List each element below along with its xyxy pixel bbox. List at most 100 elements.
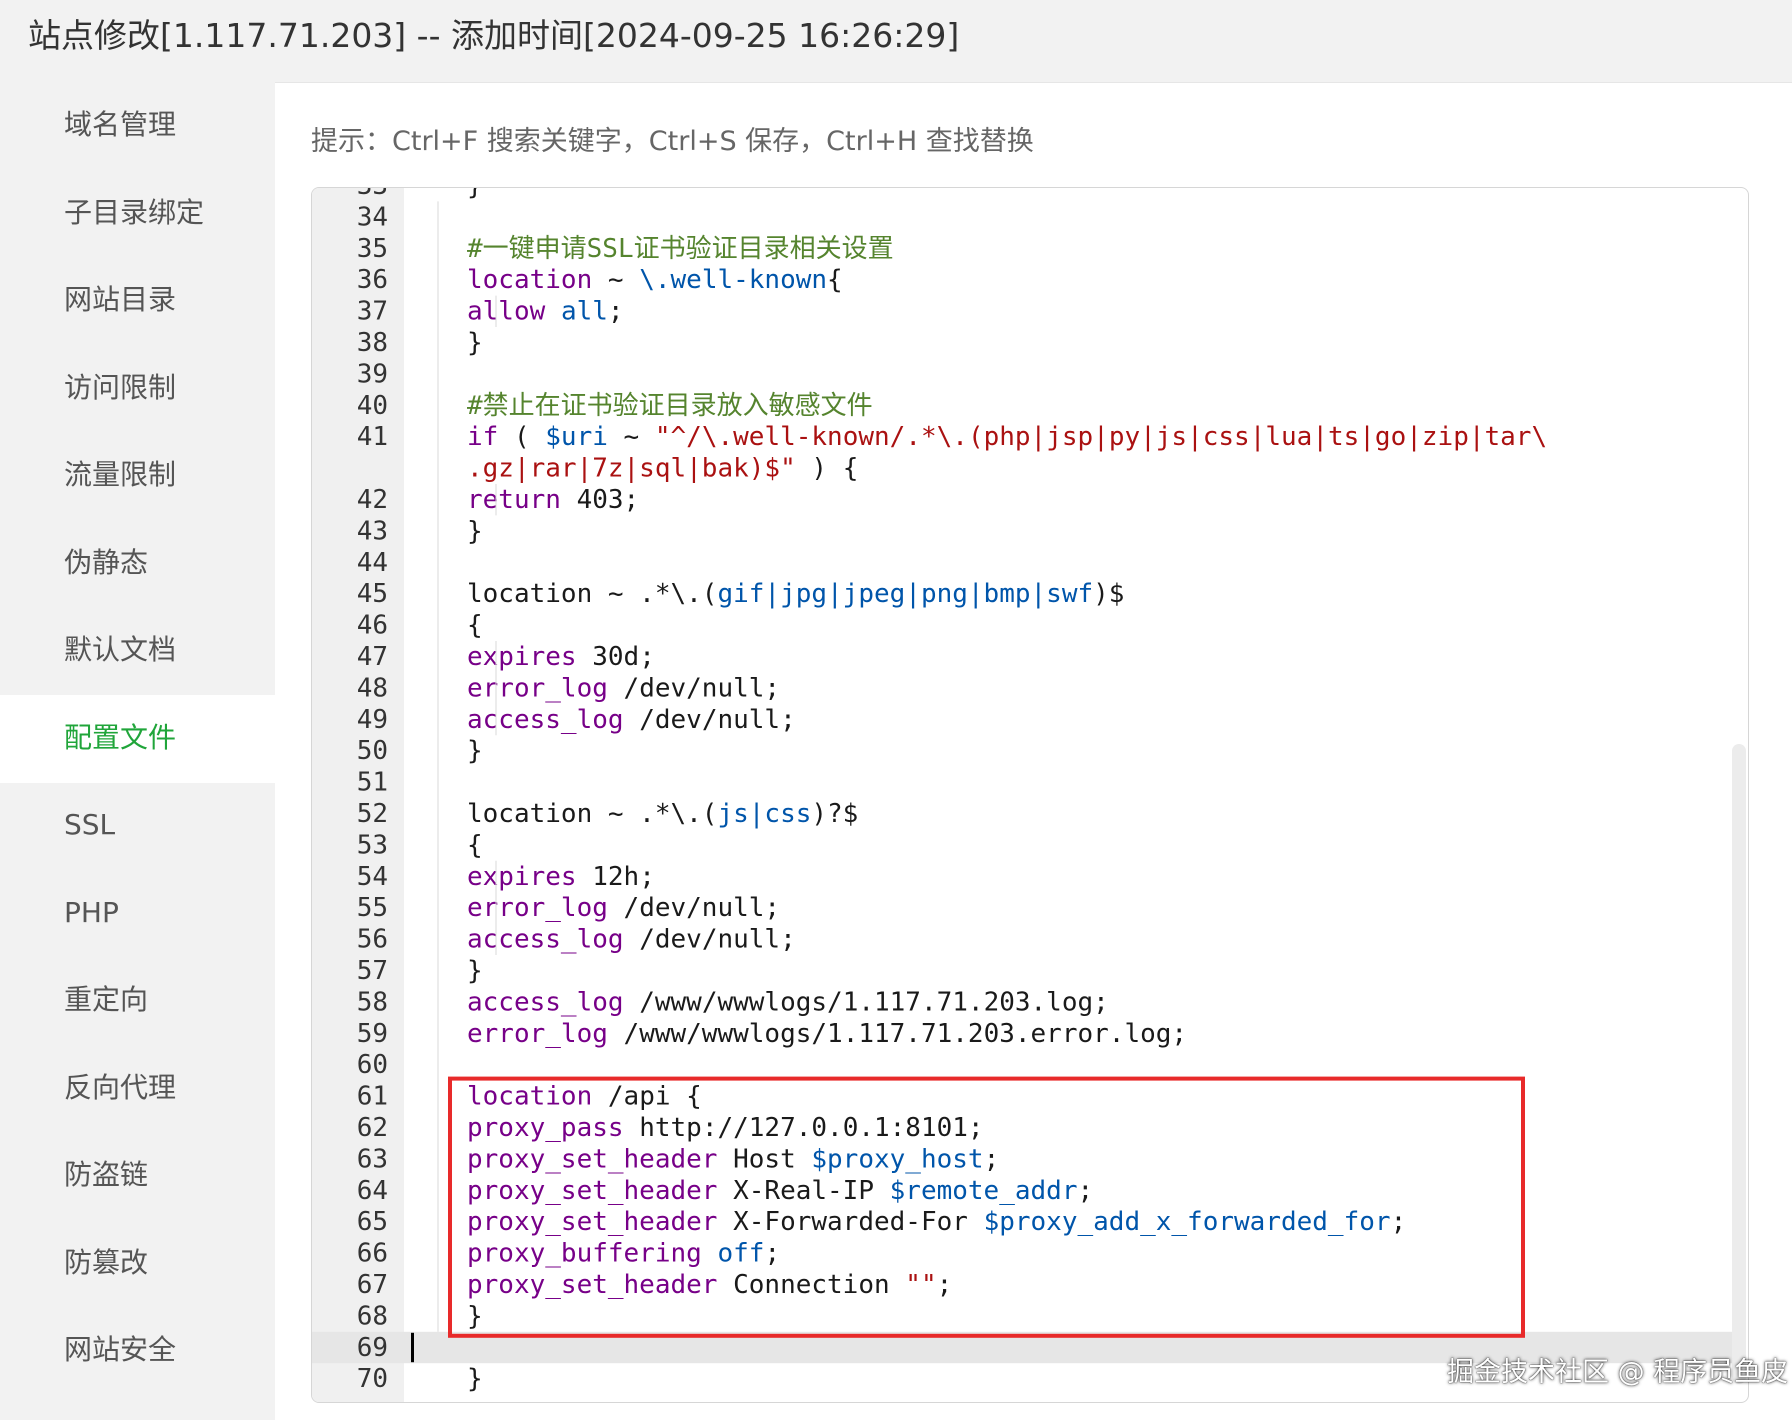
line-number: 69 — [357, 1333, 388, 1363]
code-token: access_log — [467, 987, 624, 1017]
code-line[interactable]: access_log /dev/null; — [467, 925, 796, 955]
line-number: 66 — [357, 1239, 388, 1269]
line-number: 54 — [357, 862, 388, 892]
code-line[interactable]: return 403; — [467, 485, 639, 515]
text-cursor — [411, 1332, 414, 1363]
line-number: 41 — [357, 422, 388, 452]
line-number: 57 — [357, 956, 388, 986]
code-line[interactable]: location ~ .*\.(gif|jpg|jpeg|png|bmp|swf… — [467, 579, 1124, 609]
config-editor[interactable]: 33} 3435 #一键申请SSL证书验证目录相关设置 36 location ~ \.… — [311, 187, 1749, 1403]
line-number: 59 — [357, 1019, 388, 1049]
code-token: /dev/null; — [624, 705, 796, 735]
code-token: )?$ — [811, 799, 858, 829]
sidebar-item-label: 防盗链 — [64, 1158, 149, 1191]
code-line[interactable]: } — [467, 328, 483, 358]
code-token: { — [467, 830, 483, 860]
line-number: 60 — [357, 1050, 388, 1080]
code-token: /api { — [592, 1082, 702, 1112]
code-line[interactable]: error_log /dev/null; — [467, 673, 780, 703]
code-line[interactable]: expires 12h; — [467, 862, 655, 892]
code-line[interactable]: expires 30d; — [467, 642, 655, 672]
code-token — [545, 297, 561, 327]
sidebar-item-7[interactable]: 默认文档 — [0, 607, 275, 695]
line-number: 68 — [357, 1301, 388, 1331]
code-line[interactable]: location ~ \.well-known{ — [467, 265, 843, 295]
code-line[interactable]: proxy_set_header Connection ""; — [467, 1270, 952, 1300]
code-line[interactable]: } — [467, 956, 483, 986]
sidebar-item-15[interactable]: 网站安全 — [0, 1307, 275, 1395]
code-line[interactable]: #一键申请SSL证书验证目录相关设置 — [467, 234, 894, 264]
sidebar-item-label: 伪静态 — [64, 545, 149, 579]
code-token: /dev/null; — [608, 673, 780, 703]
sidebar-item-14[interactable]: 防篡改 — [0, 1220, 275, 1308]
code-line[interactable]: access_log /www/wwwlogs/1.117.71.203.log… — [467, 987, 1109, 1017]
code-token: .gz|rar|7z|sql|bak)$" — [467, 454, 796, 484]
code-line[interactable]: error_log /www/wwwlogs/1.117.71.203.erro… — [467, 1019, 1187, 1049]
code-token: proxy_set_header — [467, 1176, 717, 1206]
sidebar-item-4[interactable]: 访问限制 — [0, 345, 275, 433]
sidebar-item-9[interactable]: SSL — [0, 782, 275, 870]
sidebar-item-12[interactable]: 反向代理 — [0, 1045, 275, 1133]
code-line[interactable]: allow all; — [467, 297, 624, 327]
code-line[interactable]: proxy_pass http://127.0.0.1:8101; — [467, 1113, 984, 1143]
code-line[interactable]: proxy_set_header X-Forwarded-For $proxy_… — [467, 1207, 1406, 1237]
code-token: } — [467, 1364, 483, 1394]
code-token: } — [467, 328, 483, 358]
code-token: ) { — [796, 454, 859, 484]
code-line[interactable]: location ~ .*\.(js|css)?$ — [467, 799, 858, 829]
code-token: error_log — [467, 1019, 608, 1049]
code-token: $proxy_host — [811, 1144, 983, 1174]
editor-scrollbar[interactable] — [1732, 744, 1746, 1384]
code-token: "" — [905, 1270, 936, 1300]
code-line[interactable]: } — [467, 736, 483, 766]
code-line[interactable]: { — [467, 611, 483, 641]
sidebar-item-2[interactable]: 子目录绑定 — [0, 170, 275, 258]
code-token: } — [467, 188, 483, 201]
sidebar-item-11[interactable]: 重定向 — [0, 957, 275, 1045]
code-token: allow — [467, 297, 546, 327]
code-line[interactable]: } — [467, 516, 483, 546]
code-token: proxy_set_header — [467, 1270, 717, 1300]
code-token: error_log — [467, 893, 608, 923]
code-line[interactable]: error_log /dev/null; — [467, 893, 780, 923]
code-token: ( — [498, 422, 545, 452]
sidebar-item-label: 流量限制 — [64, 458, 177, 491]
sidebar-item-5[interactable]: 流量限制 — [0, 432, 275, 520]
code-line[interactable]: { — [467, 830, 483, 860]
code-line[interactable]: proxy_set_header X-Real-IP $remote_addr; — [467, 1176, 1093, 1206]
line-number: 44 — [357, 548, 388, 578]
code-line[interactable]: proxy_buffering off; — [467, 1239, 780, 1269]
code-token: Host — [717, 1144, 811, 1174]
code-token: access_log — [467, 705, 624, 735]
sidebar-item-10[interactable]: PHP — [0, 870, 275, 958]
code-line[interactable]: .gz|rar|7z|sql|bak)$" ) { — [467, 454, 858, 484]
sidebar-item-1[interactable]: 域名管理 — [0, 82, 275, 170]
code-token: ; — [608, 297, 624, 327]
code-line[interactable]: } — [467, 1301, 483, 1331]
code-line[interactable]: proxy_set_header Host $proxy_host; — [467, 1144, 999, 1174]
sidebar-item-label: 重定向 — [64, 983, 149, 1016]
sidebar-item-label: 域名管理 — [64, 108, 177, 141]
code-line[interactable]: if ( $uri ~ "^/\.well-known/.*\.(php|jsp… — [467, 422, 1547, 452]
line-number: 53 — [357, 830, 388, 860]
code-line[interactable]: #禁止在证书验证目录放入敏感文件 — [467, 391, 873, 421]
code-token: 12h; — [577, 862, 655, 892]
code-area[interactable]: 33} 3435 #一键申请SSL证书验证目录相关设置 36 location ~ \.… — [312, 188, 1748, 1402]
sidebar-item-6[interactable]: 伪静态 — [0, 520, 275, 608]
code-token: } — [467, 1301, 483, 1331]
code-line[interactable]: access_log /dev/null; — [467, 705, 796, 735]
sidebar-item-8[interactable]: 配置文件 — [0, 694, 275, 783]
code-token: proxy_set_header — [467, 1207, 717, 1237]
code-line[interactable]: } — [467, 1364, 483, 1394]
sidebar-item-3[interactable]: 网站目录 — [0, 257, 275, 345]
sidebar-item-label: 防篡改 — [64, 1245, 149, 1279]
line-number: 36 — [357, 265, 388, 295]
watermark: 掘金技术社区 @ 程序员鱼皮 — [1447, 1357, 1789, 1388]
line-number: 37 — [357, 297, 388, 327]
code-line[interactable]: } — [467, 188, 483, 201]
code-token: 403; — [561, 485, 639, 515]
code-line[interactable]: location /api { — [467, 1082, 702, 1112]
sidebar-item-13[interactable]: 防盗链 — [0, 1132, 275, 1220]
code-token: error_log — [467, 673, 608, 703]
code-token: off — [717, 1239, 764, 1269]
